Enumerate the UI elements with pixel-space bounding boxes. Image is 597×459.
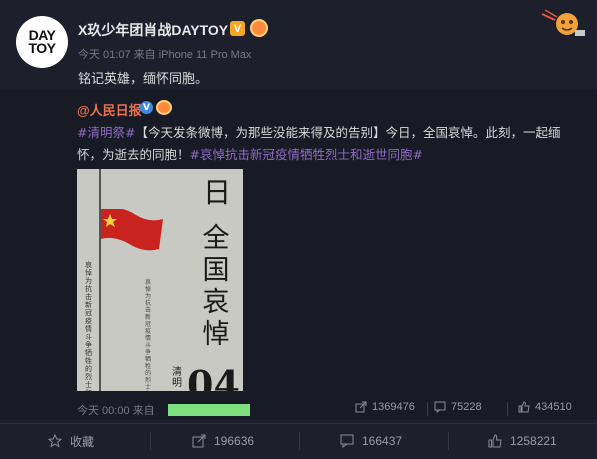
- post-meta: 今天 01:07 来自 iPhone 11 Pro Max: [78, 49, 252, 61]
- action-divider: [150, 432, 151, 450]
- favorite-button[interactable]: 收藏: [48, 429, 94, 453]
- poster-qingming: 清明: [172, 367, 182, 389]
- share-icon: [355, 401, 367, 413]
- hashtag-qingming[interactable]: #清明祭#: [77, 125, 135, 140]
- comment-count: 75228: [451, 401, 482, 413]
- star-icon: [48, 434, 62, 448]
- author-name[interactable]: X玖少年团肖战DAYTOY: [78, 20, 228, 40]
- avatar[interactable]: DAY TOY: [16, 16, 68, 68]
- repost-meta: 今天 00:00 来自: [77, 405, 155, 417]
- repost-count: 1369476: [372, 401, 415, 413]
- like-button[interactable]: 1258221: [488, 429, 557, 453]
- like-action-count: 1258221: [510, 434, 557, 448]
- comment-icon: [340, 434, 354, 448]
- repost-button[interactable]: 196636: [192, 429, 254, 453]
- post-text: 铭记英雄，缅怀同胞。: [78, 72, 209, 87]
- favorite-label: 收藏: [70, 434, 95, 449]
- poster-vertical-text-2: 哀悼为抗击新冠疫情斗争牺牲的烈士和逝世同胞: [145, 279, 152, 391]
- repost-action-count: 196636: [214, 434, 255, 448]
- repost-crown-icon: [156, 100, 172, 115]
- avatar-text: DAY TOY: [28, 27, 56, 56]
- share-icon: [192, 434, 206, 448]
- poster-date: 04: [187, 362, 240, 391]
- redacted-source: [168, 404, 250, 416]
- like-count: 434510: [535, 401, 572, 413]
- action-divider: [448, 432, 449, 450]
- flag-pole: [99, 169, 101, 391]
- repost-verified-badge: V: [140, 101, 153, 114]
- poster-image[interactable]: 日 全国哀悼 哀悼为抗击新冠疫情斗争牺牲的烈士和逝世同胞 哀悼为抗击新冠疫情斗争…: [77, 169, 243, 391]
- member-crown-icon: [250, 19, 268, 37]
- repost-author[interactable]: @人民日报: [77, 100, 142, 119]
- poster-vertical-text: 哀悼为抗击新冠疫情斗争牺牲的烈士和逝世同胞: [85, 261, 92, 391]
- verified-badge: V: [230, 21, 245, 36]
- thumbs-up-icon: [488, 434, 502, 448]
- poster-top-char: 日: [203, 176, 232, 209]
- repost-count-button[interactable]: 1369476: [355, 401, 415, 413]
- like-count-button[interactable]: 434510: [518, 401, 572, 413]
- comment-icon: [434, 401, 446, 413]
- comment-action-count: 166437: [362, 434, 403, 448]
- poster-title: 全国哀悼: [202, 223, 230, 350]
- comment-count-button[interactable]: 75228: [434, 401, 482, 413]
- thumbs-up-icon: [518, 401, 530, 413]
- flag-icon: [101, 209, 163, 251]
- stat-divider: [507, 402, 508, 416]
- comment-button[interactable]: 166437: [340, 429, 402, 453]
- repost-text: #清明祭#【今天发条微博，为那些没能来得及的告别】今日，全国哀悼。此刻，一起缅怀…: [77, 122, 577, 166]
- decoration-icon: [541, 9, 585, 36]
- stat-divider: [427, 402, 428, 416]
- action-divider: [299, 432, 300, 450]
- hashtag-mourning[interactable]: #哀悼抗击新冠疫情牺牲烈士和逝世同胞#: [190, 147, 423, 162]
